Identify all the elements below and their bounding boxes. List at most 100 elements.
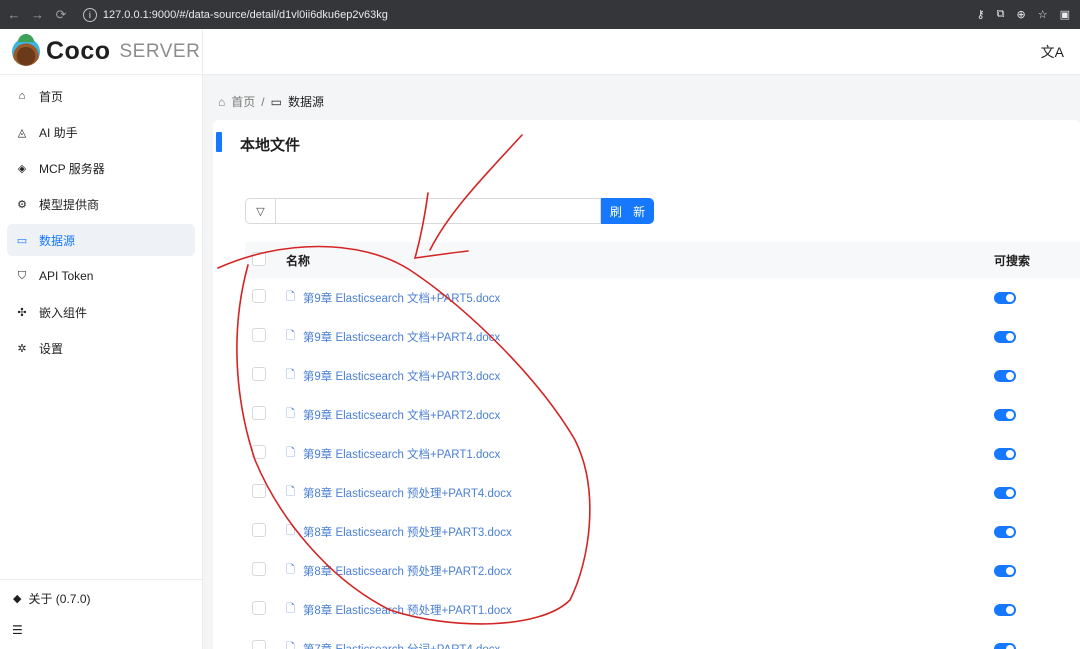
sidebar-item-gear[interactable]: ✲ 设置 <box>7 332 195 364</box>
row-checkbox[interactable] <box>252 367 266 381</box>
documents-table: 名称 可搜索 🗋 第9章 Elasticsearch 文档+PART5.docx 🗋… <box>245 242 1080 649</box>
row-checkbox[interactable] <box>252 601 266 615</box>
language-switch-icon[interactable]: 文A <box>1041 42 1064 62</box>
file-icon: 🗋 <box>286 447 295 459</box>
column-header-searchable[interactable]: 可搜索 <box>994 252 1030 269</box>
sidebar-item-label: 首页 <box>39 89 64 104</box>
folder-icon: ▭ <box>16 234 28 247</box>
about-version[interactable]: ◆ 关于 (0.7.0) <box>13 590 91 607</box>
searchable-toggle[interactable] <box>994 642 1016 649</box>
sidebar-item-model[interactable]: ⚙ 模型提供商 <box>7 188 195 220</box>
searchable-toggle[interactable] <box>994 564 1016 577</box>
file-name-link[interactable]: 第7章 Elasticsearch 分词+PART4.docx <box>303 641 500 649</box>
version-label: 关于 (0.7.0) <box>28 592 91 606</box>
file-name-cell: 🗋 第7章 Elasticsearch 分词+PART4.docx <box>286 639 994 649</box>
file-name-link[interactable]: 第9章 Elasticsearch 文档+PART1.docx <box>303 446 500 462</box>
sidebar-item-mcp[interactable]: ◈ MCP 服务器 <box>7 152 195 184</box>
searchable-toggle[interactable] <box>994 408 1016 421</box>
searchable-toggle[interactable] <box>994 486 1016 499</box>
sidebar-item-label: 模型提供商 <box>39 197 100 212</box>
row-checkbox[interactable] <box>252 289 266 303</box>
select-all-checkbox[interactable] <box>252 251 266 266</box>
row-checkbox[interactable] <box>252 406 266 420</box>
table-row: 🗋 第8章 Elasticsearch 预处理+PART4.docx <box>245 473 1080 512</box>
file-icon: 🗋 <box>286 642 295 649</box>
breadcrumb-home[interactable]: 首页 <box>231 93 255 110</box>
sidebar-item-label: API Token <box>39 269 94 283</box>
logo[interactable]: Coco SERVER <box>0 29 203 75</box>
shield-icon: ⛉ <box>17 269 27 282</box>
table-row: 🗋 第9章 Elasticsearch 文档+PART2.docx <box>245 395 1080 434</box>
bookmark-star-icon[interactable]: ☆ <box>1038 8 1048 21</box>
sidebar-item-robot[interactable]: ◬ AI 助手 <box>7 116 195 148</box>
filter-button[interactable]: ▽ <box>245 198 275 224</box>
searchable-toggle[interactable] <box>994 369 1016 382</box>
site-info-icon[interactable]: i <box>82 7 97 22</box>
row-checkbox[interactable] <box>252 562 266 576</box>
sidebar-item-label: 设置 <box>39 341 64 356</box>
table-row: 🗋 第9章 Elasticsearch 文档+PART5.docx <box>245 278 1080 317</box>
sidebar-item-home[interactable]: ⌂ 首页 <box>7 80 195 112</box>
reload-icon[interactable]: ⟳ <box>51 7 71 23</box>
file-name-link[interactable]: 第8章 Elasticsearch 预处理+PART4.docx <box>303 485 512 501</box>
file-name-link[interactable]: 第9章 Elasticsearch 文档+PART3.docx <box>303 368 500 384</box>
table-row: 🗋 第8章 Elasticsearch 预处理+PART1.docx <box>245 590 1080 629</box>
zoom-icon[interactable]: ⊕ <box>1016 8 1025 21</box>
coconut-logo-icon <box>12 33 40 66</box>
sidebar-item-shield[interactable]: ⛉ API Token <box>7 260 195 292</box>
row-checkbox[interactable] <box>252 484 266 498</box>
back-icon[interactable]: ← <box>4 7 24 22</box>
forward-icon[interactable]: → <box>28 7 48 22</box>
file-name-link[interactable]: 第8章 Elasticsearch 预处理+PART1.docx <box>303 602 512 618</box>
file-name-cell: 🗋 第8章 Elasticsearch 预处理+PART4.docx <box>286 483 994 502</box>
file-name-link[interactable]: 第9章 Elasticsearch 文档+PART4.docx <box>303 329 500 345</box>
column-header-name[interactable]: 名称 <box>286 252 994 269</box>
breadcrumb-current: 数据源 <box>287 95 324 109</box>
file-name-link[interactable]: 第8章 Elasticsearch 预处理+PART2.docx <box>303 563 512 579</box>
collapse-menu-icon[interactable]: ☰ <box>12 623 23 637</box>
file-icon: 🗋 <box>286 525 295 537</box>
sidebar-item-puzzle[interactable]: ✣ 嵌入组件 <box>7 296 195 328</box>
browser-tools: ⚷ ⧉ ⊕ ☆ ▣ <box>977 8 1080 21</box>
password-key-icon[interactable]: ⚷ <box>977 8 985 21</box>
search-row: ▽ 刷 新 <box>245 198 654 224</box>
filter-icon: ▽ <box>256 205 265 218</box>
gear-icon: ✲ <box>17 342 27 355</box>
mcp-icon: ◈ <box>17 162 27 175</box>
browser-toolbar: ← → ⟳ i 127.0.0.1:9000/#/data-source/det… <box>0 0 1080 29</box>
file-icon: 🗋 <box>286 369 295 381</box>
sidebar-item-folder[interactable]: ▭ 数据源 <box>7 224 195 256</box>
window-icon[interactable]: ▣ <box>1060 8 1070 21</box>
data-source-card: 本地文件 ▽ 刷 新 名称 可搜索 🗋 第9章 Elasticsearch 文档+… <box>213 120 1080 649</box>
row-checkbox[interactable] <box>252 445 266 459</box>
row-checkbox[interactable] <box>252 523 266 537</box>
searchable-toggle[interactable] <box>994 603 1016 616</box>
file-icon: 🗋 <box>286 408 295 420</box>
file-name-link[interactable]: 第9章 Elasticsearch 文档+PART2.docx <box>303 407 500 423</box>
file-name-link[interactable]: 第8章 Elasticsearch 预处理+PART3.docx <box>303 524 512 540</box>
refresh-button[interactable]: 刷 新 <box>601 198 654 224</box>
searchable-toggle[interactable] <box>994 330 1016 343</box>
search-input[interactable] <box>275 198 601 224</box>
table-row: 🗋 第9章 Elasticsearch 文档+PART3.docx <box>245 356 1080 395</box>
title-accent-bar <box>216 132 222 152</box>
breadcrumb-separator: / <box>261 94 265 109</box>
file-name-cell: 🗋 第9章 Elasticsearch 文档+PART1.docx <box>286 444 994 463</box>
searchable-toggle[interactable] <box>994 525 1016 538</box>
file-name-link[interactable]: 第9章 Elasticsearch 文档+PART5.docx <box>303 290 500 306</box>
row-checkbox[interactable] <box>252 640 266 649</box>
searchable-toggle[interactable] <box>994 291 1016 304</box>
searchable-toggle[interactable] <box>994 447 1016 460</box>
url-text[interactable]: 127.0.0.1:9000/#/data-source/detail/d1vl… <box>103 9 388 21</box>
translate-icon[interactable]: ⧉ <box>997 8 1005 21</box>
table-row: 🗋 第9章 Elasticsearch 文档+PART1.docx <box>245 434 1080 473</box>
file-name-cell: 🗋 第8章 Elasticsearch 预处理+PART2.docx <box>286 561 994 580</box>
diamond-icon: ◆ <box>13 593 22 605</box>
file-name-cell: 🗋 第9章 Elasticsearch 文档+PART5.docx <box>286 288 994 307</box>
row-checkbox[interactable] <box>252 328 266 342</box>
file-name-cell: 🗋 第8章 Elasticsearch 预处理+PART3.docx <box>286 522 994 541</box>
file-icon: 🗋 <box>286 603 295 615</box>
file-icon: 🗋 <box>286 291 295 303</box>
sidebar-item-label: 数据源 <box>39 233 76 248</box>
address-bar[interactable]: i 127.0.0.1:9000/#/data-source/detail/d1… <box>79 4 1080 26</box>
